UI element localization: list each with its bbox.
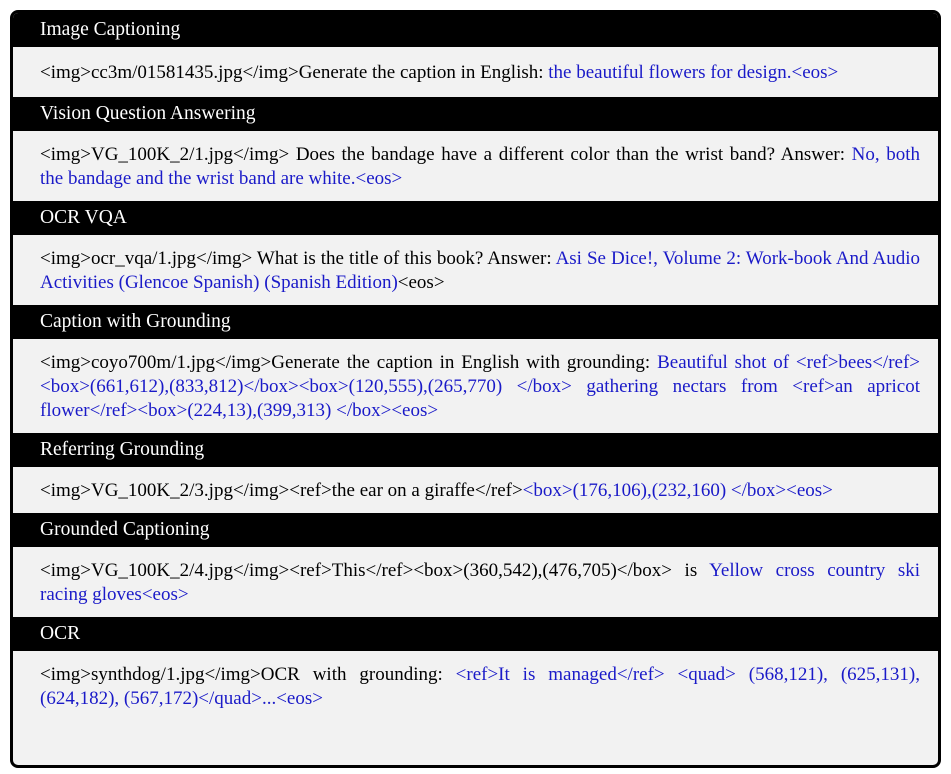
section-header-referring-grounding: Referring Grounding xyxy=(13,433,938,467)
prompt-text: <img>synthdog/1.jpg</img>OCR with ground… xyxy=(40,664,456,685)
answer-text: the beautiful flowers for design.<eos> xyxy=(548,62,839,83)
section-body-ocr: <img>synthdog/1.jpg</img>OCR with ground… xyxy=(13,651,938,721)
section-body-referring-grounding: <img>VG_100K_2/3.jpg</img><ref>the ear o… xyxy=(13,467,938,513)
answer-text: <box>(176,106),(232,160) </box><eos> xyxy=(522,480,833,501)
section-header-caption-grounding: Caption with Grounding xyxy=(13,305,938,339)
section-header-ocr-vqa: OCR VQA xyxy=(13,201,938,235)
prompt-text: <img>VG_100K_2/3.jpg</img><ref>the ear o… xyxy=(40,480,523,501)
section-body-ocr-vqa: <img>ocr_vqa/1.jpg</img> What is the tit… xyxy=(13,235,938,305)
section-header-vqa: Vision Question Answering xyxy=(13,97,938,131)
section-header-ocr: OCR xyxy=(13,617,938,651)
task-examples-table: Image Captioning <img>cc3m/01581435.jpg<… xyxy=(10,10,941,768)
section-header-image-captioning: Image Captioning xyxy=(13,13,938,47)
section-body-grounded-captioning: <img>VG_100K_2/4.jpg</img><ref>This</ref… xyxy=(13,547,938,617)
prompt-text: <img>cc3m/01581435.jpg</img>Generate the… xyxy=(40,62,549,83)
section-body-image-captioning: <img>cc3m/01581435.jpg</img>Generate the… xyxy=(13,47,938,97)
prompt-text: <img>VG_100K_2/1.jpg</img> Does the band… xyxy=(40,144,852,165)
section-body-vqa: <img>VG_100K_2/1.jpg</img> Does the band… xyxy=(13,131,938,201)
suffix-text: <eos> xyxy=(397,272,445,293)
prompt-text: <img>VG_100K_2/4.jpg</img><ref>This</ref… xyxy=(40,560,710,581)
section-body-caption-grounding: <img>coyo700m/1.jpg</img>Generate the ca… xyxy=(13,339,938,433)
prompt-text: <img>coyo700m/1.jpg</img>Generate the ca… xyxy=(40,352,658,373)
section-header-grounded-captioning: Grounded Captioning xyxy=(13,513,938,547)
prompt-text: <img>ocr_vqa/1.jpg</img> What is the tit… xyxy=(40,248,556,269)
